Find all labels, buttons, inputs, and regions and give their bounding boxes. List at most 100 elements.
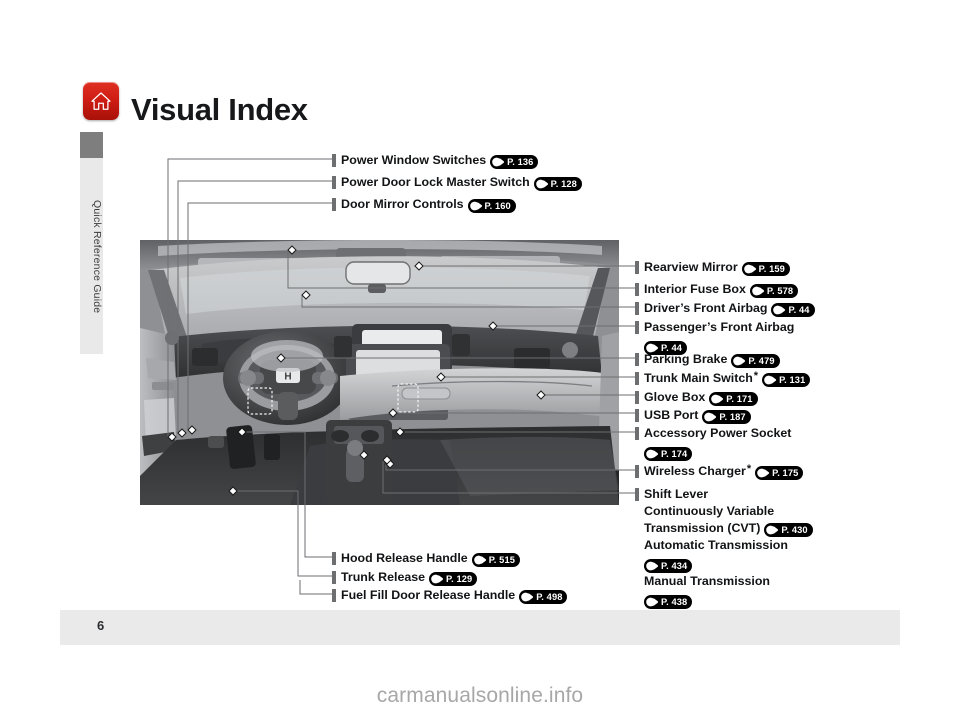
page-ref-number: P. 430 bbox=[781, 524, 808, 535]
callout-tick bbox=[635, 488, 639, 501]
page-ref-number: P. 578 bbox=[766, 285, 794, 296]
page-ref-badge[interactable]: P. 438 bbox=[644, 594, 693, 609]
callout-drivers-front-airbag[interactable]: Driver’s Front Airbag P. 44 bbox=[635, 300, 815, 317]
page-ref-badge[interactable]: P. 174 bbox=[644, 446, 693, 461]
optional-equipment-asterisk: * bbox=[746, 463, 752, 475]
page-title: Visual Index bbox=[131, 92, 308, 127]
arrow-right-icon bbox=[711, 394, 724, 404]
callout-wireless-charger[interactable]: Wireless Charger* P. 175 bbox=[635, 463, 804, 481]
section-tab[interactable]: Quick Reference Guide bbox=[80, 132, 103, 354]
cvt-name-line2: Transmission (CVT) bbox=[644, 521, 761, 535]
page-ref-badge[interactable]: P. 159 bbox=[741, 261, 790, 276]
callout-trunk-main-switch[interactable]: Trunk Main Switch* P. 131 bbox=[635, 370, 811, 388]
callout-shift-lever[interactable]: Shift Lever Continuously Variable Transm… bbox=[635, 486, 813, 609]
callout-accessory-power-socket[interactable]: Accessory Power Socket P. 174 bbox=[635, 425, 791, 461]
page-ref-number: P. 128 bbox=[550, 178, 577, 189]
callout-tick bbox=[635, 427, 639, 440]
callout-label: Parking Brake bbox=[644, 352, 728, 366]
svg-text:H: H bbox=[284, 372, 291, 383]
callout-power-window-switches[interactable]: Power Window Switches P. 136 bbox=[332, 152, 539, 169]
mt-name: Manual Transmission bbox=[644, 574, 771, 588]
callout-label: Passenger’s Front Airbag bbox=[644, 320, 795, 334]
page-ref-badge[interactable]: P. 430 bbox=[764, 522, 813, 537]
callout-trunk-release[interactable]: Trunk Release P. 129 bbox=[332, 569, 478, 586]
arrow-right-icon bbox=[646, 449, 659, 459]
manual-page: Visual Index Quick Reference Guide H Pow… bbox=[0, 0, 960, 722]
page-number: 6 bbox=[97, 618, 105, 633]
at-name: Automatic Transmission bbox=[644, 538, 788, 552]
callout-tick bbox=[635, 321, 639, 334]
arrow-right-icon bbox=[757, 468, 770, 478]
callout-tick bbox=[332, 176, 336, 189]
callout-label: Glove Box bbox=[644, 390, 706, 404]
callout-tick bbox=[635, 302, 639, 315]
page-ref-number: P. 479 bbox=[748, 355, 775, 366]
page-ref-badge[interactable]: P. 578 bbox=[749, 283, 799, 298]
page-ref-badge[interactable]: P. 187 bbox=[702, 409, 751, 424]
page-ref-badge[interactable]: P. 131 bbox=[762, 372, 811, 387]
page-ref-number: P. 175 bbox=[772, 467, 799, 478]
callout-label: Power Window Switches bbox=[341, 153, 487, 167]
callout-tick bbox=[635, 409, 639, 422]
page-ref-number: P. 434 bbox=[661, 560, 688, 571]
callout-tick bbox=[332, 589, 336, 602]
callout-passengers-front-airbag[interactable]: Passenger’s Front Airbag P. 44 bbox=[635, 319, 794, 355]
site-watermark: carmanualsonline.info bbox=[376, 684, 584, 707]
callout-label: Rearview Mirror bbox=[644, 260, 738, 274]
callout-label: USB Port bbox=[644, 408, 699, 422]
callout-tick bbox=[635, 353, 639, 366]
callout-label: Wireless Charger bbox=[644, 464, 746, 478]
page-ref-badge[interactable]: P. 515 bbox=[471, 552, 520, 567]
callout-tick bbox=[635, 465, 639, 478]
arrow-right-icon bbox=[764, 375, 777, 385]
arrow-right-icon bbox=[646, 561, 659, 571]
page-ref-badge[interactable]: P. 498 bbox=[519, 589, 568, 604]
callout-power-door-lock-master-switch[interactable]: Power Door Lock Master Switch P. 128 bbox=[332, 174, 582, 191]
arrow-right-icon bbox=[535, 179, 548, 189]
callout-label: Interior Fuse Box bbox=[644, 282, 746, 296]
callout-glove-box[interactable]: Glove Box P. 171 bbox=[635, 389, 758, 406]
callout-label: Driver’s Front Airbag bbox=[644, 301, 768, 315]
arrow-right-icon bbox=[766, 525, 779, 535]
page-ref-number: P. 515 bbox=[488, 554, 515, 565]
page-ref-badge[interactable]: P. 128 bbox=[533, 176, 582, 191]
page-ref-number: P. 44 bbox=[788, 304, 810, 315]
callout-label: Fuel Fill Door Release Handle bbox=[341, 588, 516, 602]
callout-label: Power Door Lock Master Switch bbox=[341, 175, 530, 189]
optional-equipment-asterisk: * bbox=[753, 370, 759, 382]
arrow-right-icon bbox=[733, 356, 746, 366]
page-ref-badge[interactable]: P. 160 bbox=[467, 198, 516, 213]
callout-rearview-mirror[interactable]: Rearview Mirror P. 159 bbox=[635, 259, 790, 276]
callout-usb-port[interactable]: USB Port P. 187 bbox=[635, 407, 751, 424]
home-icon bbox=[90, 90, 112, 112]
callout-label: Hood Release Handle bbox=[341, 551, 468, 565]
page-ref-number: P. 438 bbox=[661, 596, 688, 607]
callout-interior-fuse-box[interactable]: Interior Fuse Box P. 578 bbox=[635, 281, 799, 298]
callout-label: Door Mirror Controls bbox=[341, 197, 464, 211]
page-ref-number: P. 174 bbox=[661, 448, 688, 459]
page-ref-badge[interactable]: P. 129 bbox=[429, 571, 478, 586]
page-ref-badge[interactable]: P. 434 bbox=[644, 558, 693, 573]
arrow-right-icon bbox=[743, 264, 756, 274]
page-ref-badge[interactable]: P. 479 bbox=[731, 353, 780, 368]
callout-label: Trunk Main Switch bbox=[644, 371, 753, 385]
callout-label: Accessory Power Socket bbox=[644, 426, 792, 440]
arrow-right-icon bbox=[646, 597, 659, 607]
car-interior-illustration: H bbox=[140, 240, 619, 505]
callout-door-mirror-controls[interactable]: Door Mirror Controls P. 160 bbox=[332, 196, 516, 213]
page-ref-number: P. 171 bbox=[726, 393, 753, 404]
arrow-right-icon bbox=[521, 592, 534, 602]
callout-tick bbox=[332, 154, 336, 167]
callout-fuel-fill-door-release-handle[interactable]: Fuel Fill Door Release Handle P. 498 bbox=[332, 587, 568, 604]
page-ref-badge[interactable]: P. 44 bbox=[771, 302, 815, 317]
footer-bar bbox=[60, 610, 900, 645]
page-ref-number: P. 498 bbox=[536, 591, 563, 602]
page-ref-badge[interactable]: P. 136 bbox=[490, 154, 539, 169]
page-ref-badge[interactable]: P. 175 bbox=[755, 465, 804, 480]
callout-parking-brake[interactable]: Parking Brake P. 479 bbox=[635, 351, 780, 368]
page-ref-badge[interactable]: P. 171 bbox=[709, 391, 758, 406]
callout-hood-release-handle[interactable]: Hood Release Handle P. 515 bbox=[332, 550, 520, 567]
arrow-right-icon bbox=[773, 305, 786, 315]
callout-tick bbox=[635, 391, 639, 404]
home-button[interactable] bbox=[83, 82, 119, 120]
